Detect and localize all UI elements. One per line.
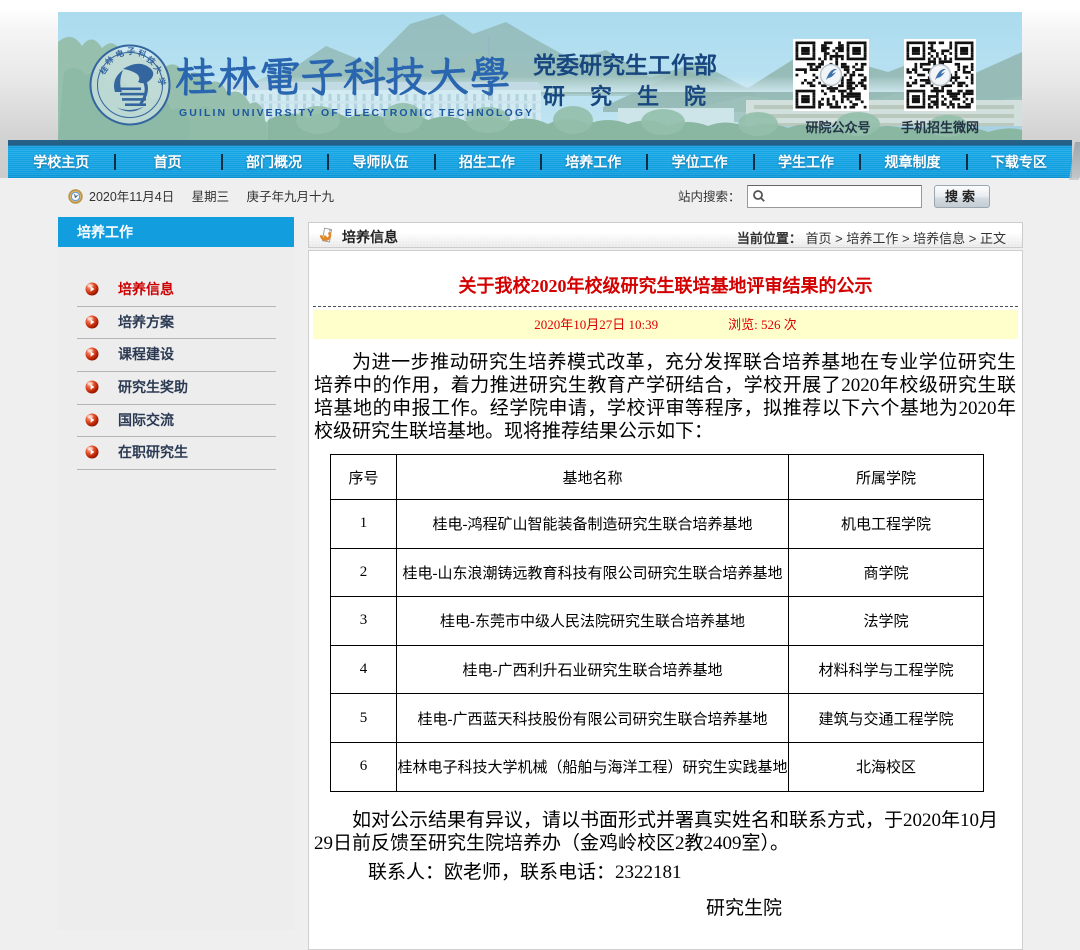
svg-text:子: 子: [127, 47, 135, 56]
